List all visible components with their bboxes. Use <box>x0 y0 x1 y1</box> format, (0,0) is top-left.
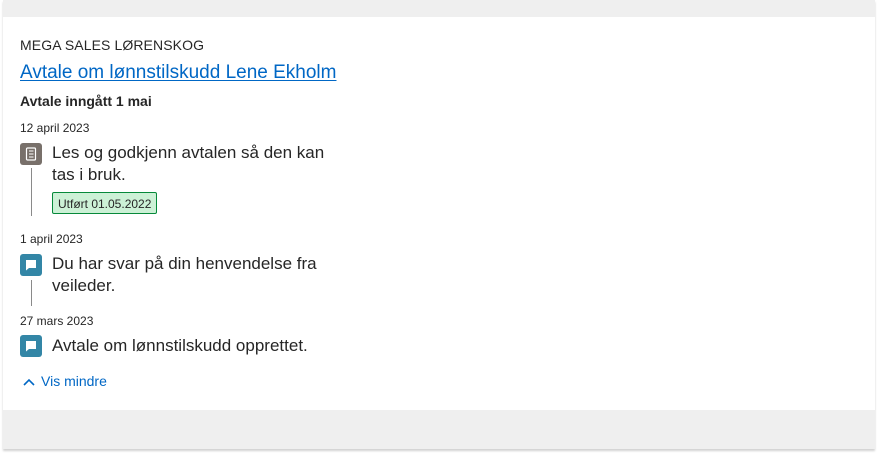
task-list-icon <box>20 143 42 165</box>
event-text: Du har svar på din henvendelse fra veile… <box>52 254 317 295</box>
speech-bubble-icon <box>20 335 42 357</box>
show-less-label: Vis mindre <box>41 373 107 389</box>
event-text: Les og godkjenn avtalen så den kan tas i… <box>52 143 325 184</box>
timeline-connector <box>31 280 32 306</box>
status-badge: Utført 01.05.2022 <box>52 192 158 214</box>
organization-name: MEGA SALES LØRENSKOG <box>20 37 205 53</box>
show-less-button[interactable]: Vis mindre <box>23 373 107 389</box>
timeline-connector <box>31 168 32 216</box>
notification-frame: MEGA SALES LØRENSKOG Avtale om lønnstils… <box>3 0 875 449</box>
chevron-up-icon <box>23 373 35 389</box>
agreement-subtitle: Avtale inngått 1 mai <box>20 93 152 109</box>
event-date: 1 april 2023 <box>20 232 83 246</box>
agreement-card: MEGA SALES LØRENSKOG Avtale om lønnstils… <box>3 17 875 410</box>
speech-bubble-icon <box>20 254 42 276</box>
event-date: 12 april 2023 <box>20 121 90 135</box>
agreement-title-link[interactable]: Avtale om lønnstilskudd Lene Ekholm <box>20 62 336 84</box>
event-text: Avtale om lønnstilskudd opprettet. <box>52 336 308 355</box>
event-date: 27 mars 2023 <box>20 314 94 328</box>
